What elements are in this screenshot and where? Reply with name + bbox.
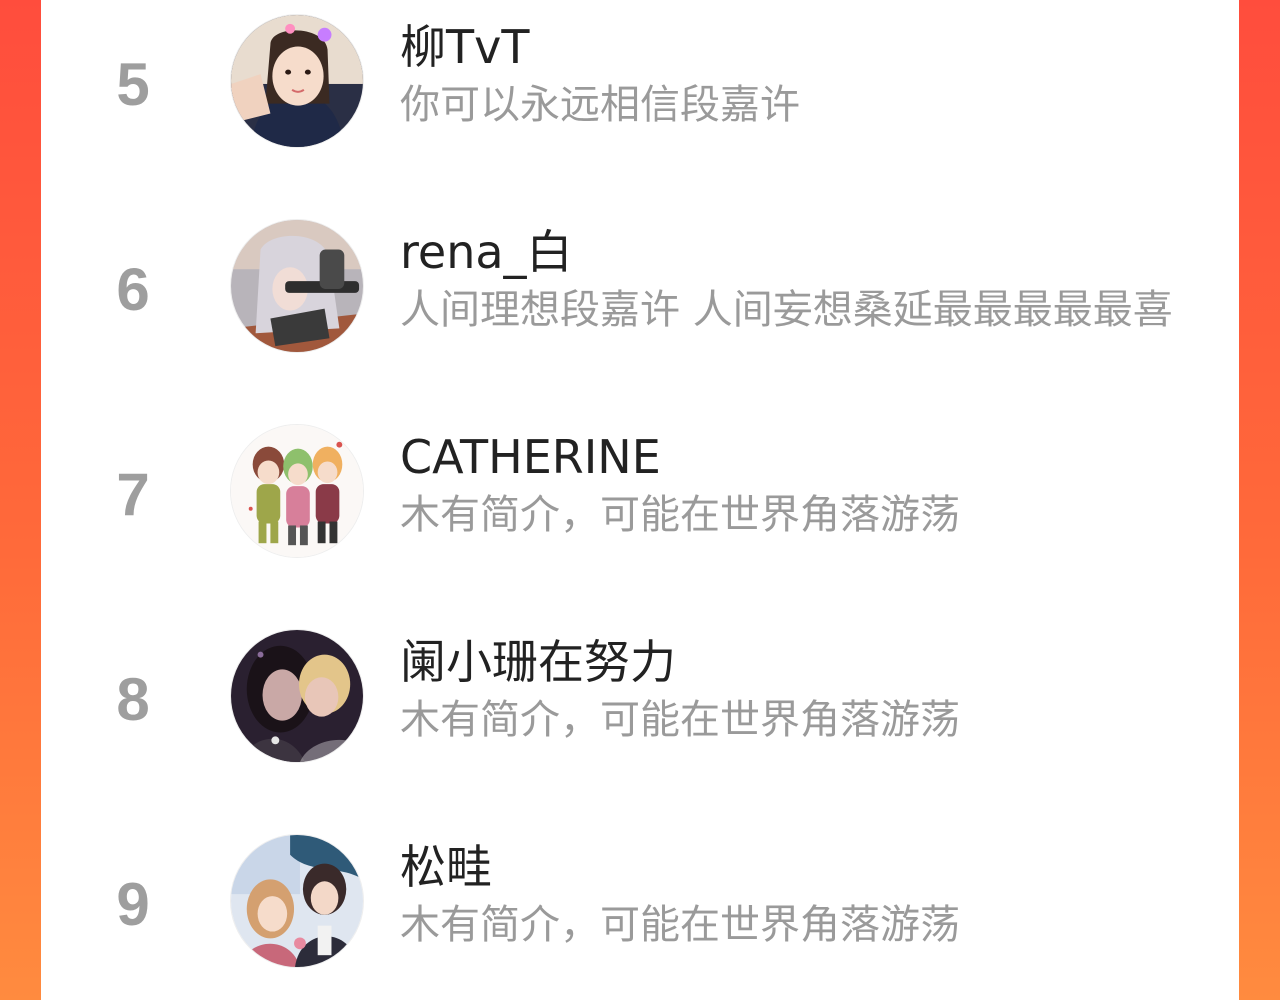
user-bio: 人间理想段嘉许 人间妄想桑延最最最最最喜 (400, 287, 1173, 333)
list-item[interactable]: 6 rena_白 人间理想段嘉许 人间妄想桑延最最最最最喜 (41, 205, 1239, 409)
avatar-image (231, 15, 363, 147)
rank-number: 6 (116, 256, 150, 323)
list-item[interactable]: 8 阑小珊在努力 木有简介，可能在世界角落游荡 (41, 615, 1239, 819)
list-item[interactable]: 9 松畦 木有简介，可能在世界角落游荡 (41, 820, 1239, 1000)
avatar-image (231, 630, 363, 762)
list-item[interactable]: 5 柳TvT 你可以永远相信段嘉许 (41, 0, 1239, 204)
list-item[interactable]: 7 CATHERINE 木有简介，可能在世界角落游荡 (41, 410, 1239, 614)
avatar[interactable] (230, 219, 364, 353)
avatar-image (231, 425, 363, 557)
user-name: 松畦 (400, 840, 492, 894)
rank-number: 5 (116, 51, 150, 118)
avatar[interactable] (230, 14, 364, 148)
avatar[interactable] (230, 629, 364, 763)
ranking-card: 5 柳TvT 你可以永远相信段嘉许 6 rena_白 人间理想段嘉许 人间妄想桑… (41, 0, 1239, 1000)
rank-number: 7 (116, 461, 150, 528)
user-name: rena_白 (400, 225, 573, 279)
user-name: 柳TvT (400, 20, 530, 74)
user-bio: 你可以永远相信段嘉许 (400, 82, 800, 128)
avatar-image (231, 835, 363, 967)
rank-number: 8 (116, 666, 150, 733)
avatar[interactable] (230, 834, 364, 968)
rank-number: 9 (116, 871, 150, 938)
user-bio: 木有简介，可能在世界角落游荡 (400, 902, 960, 948)
user-bio: 木有简介，可能在世界角落游荡 (400, 697, 960, 743)
user-name: 阑小珊在努力 (400, 635, 676, 689)
avatar-image (231, 220, 363, 352)
user-bio: 木有简介，可能在世界角落游荡 (400, 492, 960, 538)
user-name: CATHERINE (400, 430, 661, 484)
avatar[interactable] (230, 424, 364, 558)
